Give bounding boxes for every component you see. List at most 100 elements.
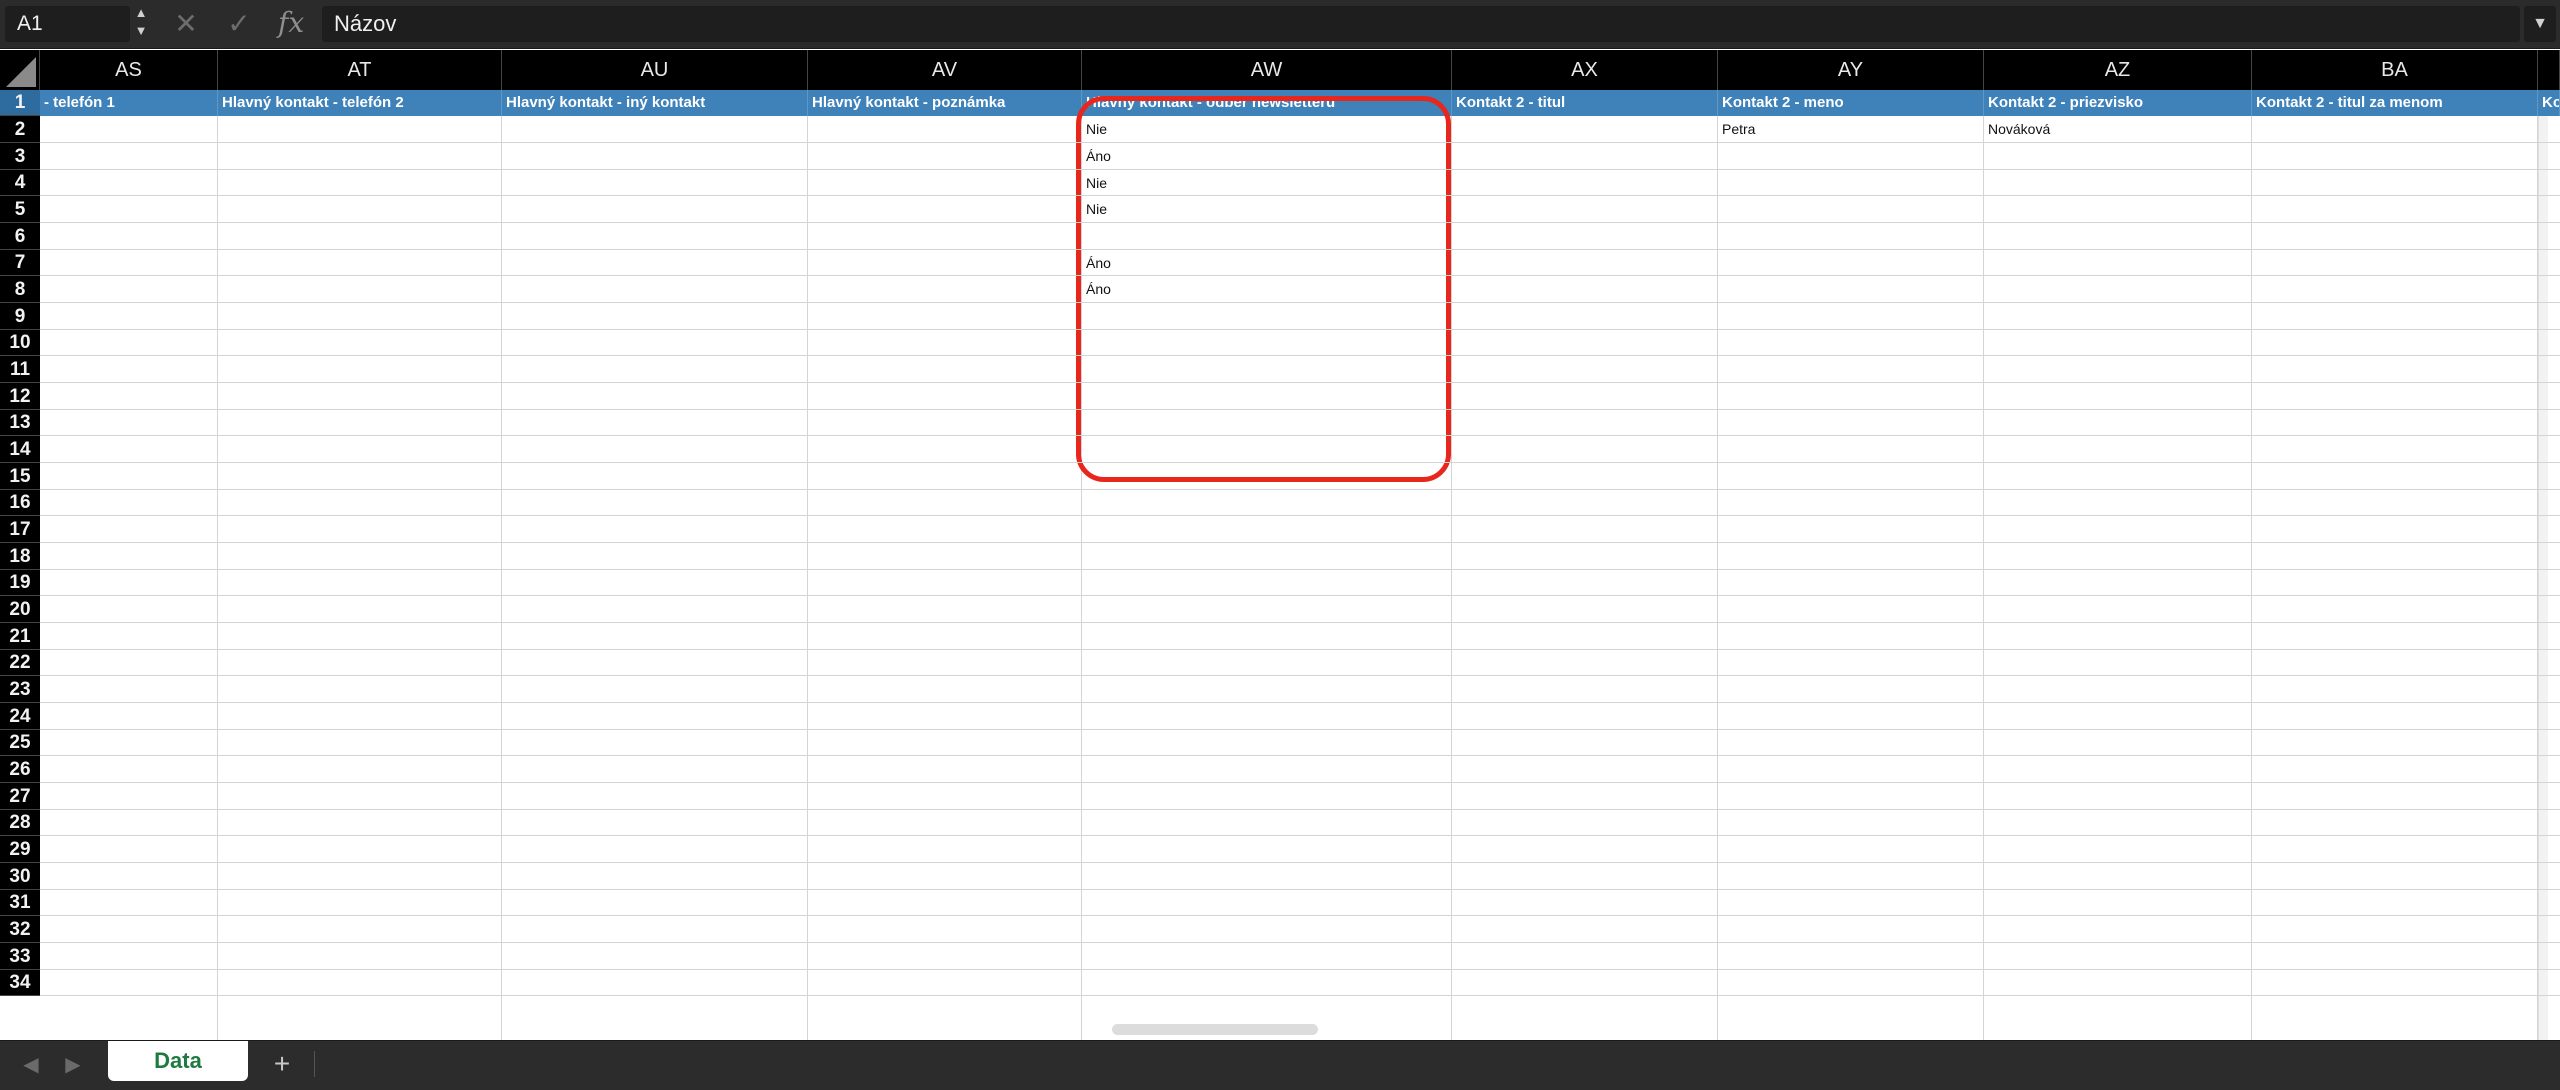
row-header[interactable]: 8 (0, 276, 40, 303)
vertical-scrollbar[interactable] (2538, 116, 2548, 1040)
column-header-at[interactable]: AT (218, 50, 502, 90)
cell-az2[interactable]: Nováková (1984, 116, 2050, 142)
header-cell-as1[interactable]: - telefón 1 (40, 90, 218, 116)
row-header[interactable]: 9 (0, 303, 40, 330)
tab-divider (314, 1051, 315, 1077)
function-icon[interactable]: fx (278, 5, 304, 41)
gridline (40, 862, 2560, 863)
confirm-icon[interactable]: ✓ (224, 8, 254, 40)
row-header[interactable]: 18 (0, 543, 40, 570)
gridline (40, 835, 2560, 836)
row-header[interactable]: 23 (0, 676, 40, 703)
gridline (40, 515, 2560, 516)
row-header[interactable]: 28 (0, 810, 40, 836)
column-header-au[interactable]: AU (502, 50, 808, 90)
column-header-aw[interactable]: AW (1082, 50, 1452, 90)
row-header[interactable]: 10 (0, 330, 40, 356)
column-header-ax[interactable]: AX (1452, 50, 1718, 90)
gridline (40, 595, 2560, 596)
column-header-az[interactable]: AZ (1984, 50, 2252, 90)
select-all-corner[interactable] (0, 50, 40, 90)
header-cell-ay1[interactable]: Kontakt 2 - meno (1718, 90, 1984, 116)
gridline (40, 169, 2560, 170)
horizontal-scrollbar-thumb[interactable] (1112, 1024, 1318, 1035)
column-header-ba[interactable]: BA (2252, 50, 2538, 90)
name-box[interactable]: A1 (5, 6, 130, 42)
header-cell-next1[interactable]: Ko (2538, 90, 2560, 116)
gridline (1983, 116, 1984, 1040)
gridline (40, 462, 2560, 463)
row-header[interactable]: 26 (0, 756, 40, 783)
row-header[interactable]: 15 (0, 463, 40, 490)
row-header[interactable]: 31 (0, 890, 40, 916)
gridline (40, 489, 2560, 490)
header-cell-av1[interactable]: Hlavný kontakt - poznámka (808, 90, 1082, 116)
row-header[interactable]: 4 (0, 170, 40, 196)
row-header[interactable]: 3 (0, 143, 40, 170)
row-header[interactable]: 1 (0, 90, 40, 116)
row-header[interactable]: 25 (0, 730, 40, 756)
gridline (40, 435, 2560, 436)
row-header[interactable]: 6 (0, 223, 40, 250)
gridline (40, 995, 2560, 996)
name-box-stepper-icon[interactable]: ▲ ▼ (132, 4, 150, 44)
cell-ay2[interactable]: Petra (1718, 116, 1755, 142)
row-header[interactable]: 24 (0, 703, 40, 730)
row-header[interactable]: 30 (0, 863, 40, 890)
column-header-ay[interactable]: AY (1718, 50, 1984, 90)
gridline (1451, 116, 1452, 1040)
header-cell-az1[interactable]: Kontakt 2 - priezvisko (1984, 90, 2252, 116)
next-sheet-icon[interactable]: ▶ (58, 1049, 88, 1081)
gridline (40, 275, 2560, 276)
gridline (40, 302, 2560, 303)
row-header[interactable]: 21 (0, 623, 40, 650)
row-header[interactable]: 27 (0, 783, 40, 810)
row-header[interactable]: 7 (0, 250, 40, 276)
gridline (40, 702, 2560, 703)
row-header[interactable]: 5 (0, 196, 40, 223)
gridline (40, 355, 2560, 356)
row-header[interactable]: 17 (0, 516, 40, 543)
row-header[interactable]: 2 (0, 116, 40, 143)
row-header[interactable]: 34 (0, 970, 40, 996)
header-cell-at1[interactable]: Hlavný kontakt - telefón 2 (218, 90, 502, 116)
formula-expand-icon[interactable]: ▼ (2524, 6, 2556, 42)
gridline (501, 116, 502, 1040)
column-header-av[interactable]: AV (808, 50, 1082, 90)
row-header[interactable]: 14 (0, 436, 40, 463)
header-cell-ba1[interactable]: Kontakt 2 - titul za menom (2252, 90, 2538, 116)
select-all-icon (6, 57, 36, 87)
row-header[interactable]: 33 (0, 943, 40, 970)
row-header[interactable]: 20 (0, 596, 40, 623)
gridline (217, 116, 218, 1040)
gridline (40, 382, 2560, 383)
gridline (40, 942, 2560, 943)
gridline (40, 542, 2560, 543)
gridline (40, 889, 2560, 890)
row-header[interactable]: 22 (0, 650, 40, 676)
column-header-as[interactable]: AS (40, 50, 218, 90)
gridline (40, 569, 2560, 570)
row-header[interactable]: 12 (0, 383, 40, 410)
gridline (40, 195, 2560, 196)
add-sheet-icon[interactable]: + (262, 1047, 302, 1081)
gridline (40, 675, 2560, 676)
row-header[interactable]: 32 (0, 916, 40, 943)
cancel-icon[interactable]: ✕ (172, 8, 200, 40)
gridline (807, 116, 808, 1040)
row-header[interactable]: 16 (0, 490, 40, 516)
gridline (40, 809, 2560, 810)
sheet-tab-data[interactable]: Data (108, 1041, 248, 1081)
gridline (40, 249, 2560, 250)
gridline (40, 329, 2560, 330)
row-header[interactable]: 11 (0, 356, 40, 383)
previous-sheet-icon[interactable]: ◀ (16, 1049, 46, 1081)
row-header[interactable]: 19 (0, 570, 40, 596)
row-header[interactable]: 13 (0, 410, 40, 436)
column-header-next[interactable] (2538, 50, 2560, 90)
row-header[interactable]: 29 (0, 836, 40, 863)
gridline (40, 409, 2560, 410)
header-cell-au1[interactable]: Hlavný kontakt - iný kontakt (502, 90, 808, 116)
formula-input[interactable]: Názov (322, 6, 2520, 42)
header-cell-ax1[interactable]: Kontakt 2 - titul (1452, 90, 1718, 116)
